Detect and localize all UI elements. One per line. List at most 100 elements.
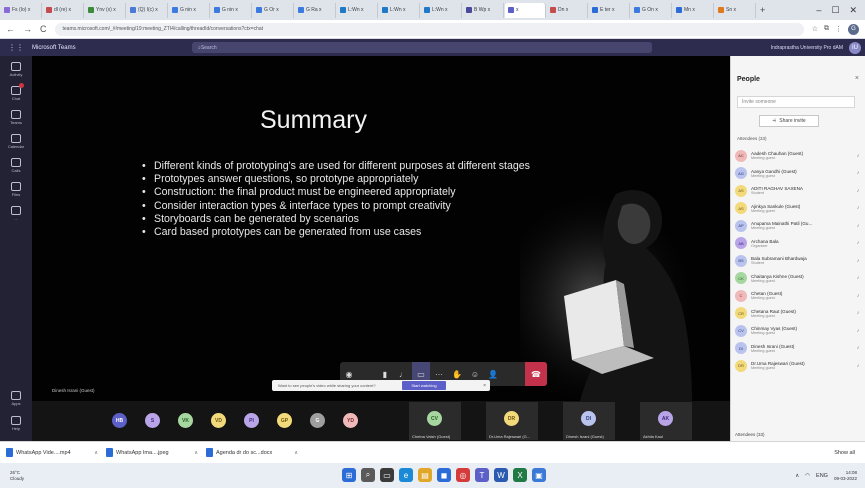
share-invite-button[interactable]: ⩤ Share invite: [759, 115, 819, 127]
maximize-icon[interactable]: ☐: [831, 5, 839, 16]
show-all-button[interactable]: Show all: [834, 450, 865, 456]
rail-label: Calls: [11, 168, 21, 173]
browser-tab[interactable]: L:Wn x: [337, 2, 378, 18]
participant-avatar[interactable]: YD: [343, 413, 358, 428]
participant-avatar[interactable]: G: [310, 413, 325, 428]
teams-icon[interactable]: T: [475, 468, 489, 482]
bookmark-star-icon[interactable]: ☆: [812, 25, 818, 33]
extension-icon[interactable]: ⧉: [824, 25, 829, 33]
clock[interactable]: 14:08 09-03-2022: [834, 470, 857, 482]
rail-item-more[interactable]: ...: [11, 206, 21, 221]
start-icon[interactable]: ⊞: [342, 468, 356, 482]
participant-row[interactable]: BS Bala Subramani Bhardwaja Student ♪: [735, 252, 863, 270]
rail-item-teams[interactable]: Teams: [10, 110, 22, 125]
banner-close-icon[interactable]: ×: [483, 383, 490, 389]
edge-icon[interactable]: e: [399, 468, 413, 482]
browser-tab[interactable]: G Or x: [253, 2, 294, 18]
participant-row[interactable]: DI Dinesh Israni (Guest) Meeting guest ♪: [735, 340, 863, 358]
download-item[interactable]: Agenda dr do sc...docx ∧: [206, 448, 298, 457]
rail-item-calendar[interactable]: Calendar: [8, 134, 24, 149]
browser-tab[interactable]: L:Wn x: [421, 2, 462, 18]
chevron-up-icon[interactable]: ∧: [194, 450, 198, 456]
attendees-header[interactable]: Attendees (33): [737, 136, 767, 141]
download-item[interactable]: WhatsApp Vide....mp4 ∧: [6, 448, 98, 457]
tray-language[interactable]: ENG: [816, 473, 828, 479]
participant-row[interactable]: AS ADITI RAGHAV SAXENA Student ♪: [735, 182, 863, 200]
participant-avatar[interactable]: S: [145, 413, 160, 428]
rail-item-help[interactable]: Help: [11, 416, 21, 431]
network-icon[interactable]: ◠: [805, 473, 810, 479]
participant-row[interactable]: CK Chaitanya Kishne (Guest) Meeting guest ♪: [735, 270, 863, 288]
rail-item-activity[interactable]: Activity: [10, 62, 22, 77]
rail-item-apps[interactable]: Apps: [11, 391, 21, 406]
browser-tab[interactable]: Ynv (x) x: [85, 2, 126, 18]
browser-tab[interactable]: Fs (Io) x: [1, 2, 42, 18]
browser-tab[interactable]: E ter x: [589, 2, 630, 18]
browser-tab[interactable]: G On x: [631, 2, 672, 18]
participant-avatar[interactable]: VK: [178, 413, 193, 428]
participant-row[interactable]: AC Aadesh Chauhan (Guest) Meeting guest ♪: [735, 147, 863, 165]
chrome-icon[interactable]: ◎: [456, 468, 470, 482]
browser-tab[interactable]: G nin x: [169, 2, 210, 18]
rail-item-calls[interactable]: Calls: [11, 158, 21, 173]
search-icon[interactable]: ⌕: [361, 468, 375, 482]
attendees-footer[interactable]: Attendees (33): [735, 432, 765, 437]
invite-input[interactable]: Invite someone: [737, 96, 855, 108]
participant-avatar[interactable]: GP: [277, 413, 292, 428]
speaker-tile[interactable]: CV Chetna Vaish (Guest): [409, 402, 461, 440]
speaker-tile[interactable]: AK Akhila Kaul: [640, 402, 692, 440]
browser-tab[interactable]: (Q) I(c) x: [127, 2, 168, 18]
speaker-tile[interactable]: DR Dr.Uma Rajeswari (G...: [486, 402, 538, 440]
profile-avatar[interactable]: G: [848, 23, 859, 35]
word-icon[interactable]: W: [494, 468, 508, 482]
url-field[interactable]: teams.microsoft.com/_#/meeting/19:meetin…: [54, 22, 804, 36]
task-view-icon[interactable]: ▭: [380, 468, 394, 482]
new-tab-button[interactable]: +: [760, 5, 765, 15]
participant-row[interactable]: DR Dr.Uma Rajeswari (Guest) Meeting guest ♪: [735, 357, 863, 375]
hangup-button[interactable]: ☎: [525, 362, 547, 386]
browser-tab[interactable]: L:Wn x: [379, 2, 420, 18]
search-input[interactable]: ⌕ Search: [192, 42, 652, 53]
close-window-icon[interactable]: ✕: [849, 5, 857, 16]
rail-item-files[interactable]: Files: [11, 182, 21, 197]
browser-tab[interactable]: dl (re) x: [43, 2, 84, 18]
download-item[interactable]: WhatsApp Ima....jpeg ∧: [106, 448, 198, 457]
browser-tab[interactable]: B Wp x: [463, 2, 504, 18]
participant-row[interactable]: C Chetan (Guest) Meeting guest ♪: [735, 287, 863, 305]
participant-row[interactable]: AP Anupama Mainathi Patil (Gu... Meeting g…: [735, 217, 863, 235]
participant-row[interactable]: CR Chetana Raut (Guest) Meeting guest ♪: [735, 305, 863, 323]
grid-icon[interactable]: ⋮⋮: [0, 43, 32, 52]
chevron-up-icon[interactable]: ∧: [294, 450, 298, 456]
chevron-up-icon[interactable]: ∧: [94, 450, 98, 456]
app-icon[interactable]: ▣: [532, 468, 546, 482]
browser-tab[interactable]: G Ra x: [295, 2, 336, 18]
files-icon[interactable]: ▤: [418, 468, 432, 482]
close-icon[interactable]: ×: [855, 75, 859, 82]
participant-row[interactable]: AG Aanya Gandhi (Guest) Meeting guest ♪: [735, 165, 863, 183]
participant-row[interactable]: CV Chinmay Vyas (Guest) Meeting guest ♪: [735, 322, 863, 340]
excel-icon[interactable]: X: [513, 468, 527, 482]
user-avatar[interactable]: IU: [849, 41, 861, 54]
rail-item-chat[interactable]: Chat: [11, 83, 24, 101]
speaker-tile[interactable]: DI Dinesh Israni (Guest): [563, 402, 615, 440]
browser-tab[interactable]: G nin x: [211, 2, 252, 18]
minimize-icon[interactable]: –: [816, 5, 821, 16]
browser-tab[interactable]: Dn x: [547, 2, 588, 18]
browser-tab[interactable]: Mn x: [673, 2, 714, 18]
browser-tab[interactable]: x: [505, 2, 546, 18]
weather-widget[interactable]: 26°C Cloudy: [0, 470, 60, 482]
back-icon[interactable]: ←: [6, 24, 15, 34]
participant-avatar[interactable]: HB: [112, 413, 127, 428]
reload-icon[interactable]: C: [40, 24, 47, 34]
participant-avatar[interactable]: VD: [211, 413, 226, 428]
chevron-up-icon[interactable]: ∧: [795, 473, 799, 479]
store-icon[interactable]: ◼: [437, 468, 451, 482]
browser-tab[interactable]: Sn x: [715, 2, 756, 18]
banner-start-button[interactable]: Start watching: [402, 381, 446, 390]
forward-icon[interactable]: →: [23, 24, 32, 34]
org-name[interactable]: Indraprastha University Pro dAM: [771, 45, 849, 51]
participant-row[interactable]: AB Archana Bala Organizer ♪: [735, 235, 863, 253]
participant-avatar[interactable]: PI: [244, 413, 259, 428]
menu-icon[interactable]: ⋮: [835, 25, 842, 33]
participant-row[interactable]: AS Ajinkya Sankule (Guest) Meeting guest ♪: [735, 200, 863, 218]
